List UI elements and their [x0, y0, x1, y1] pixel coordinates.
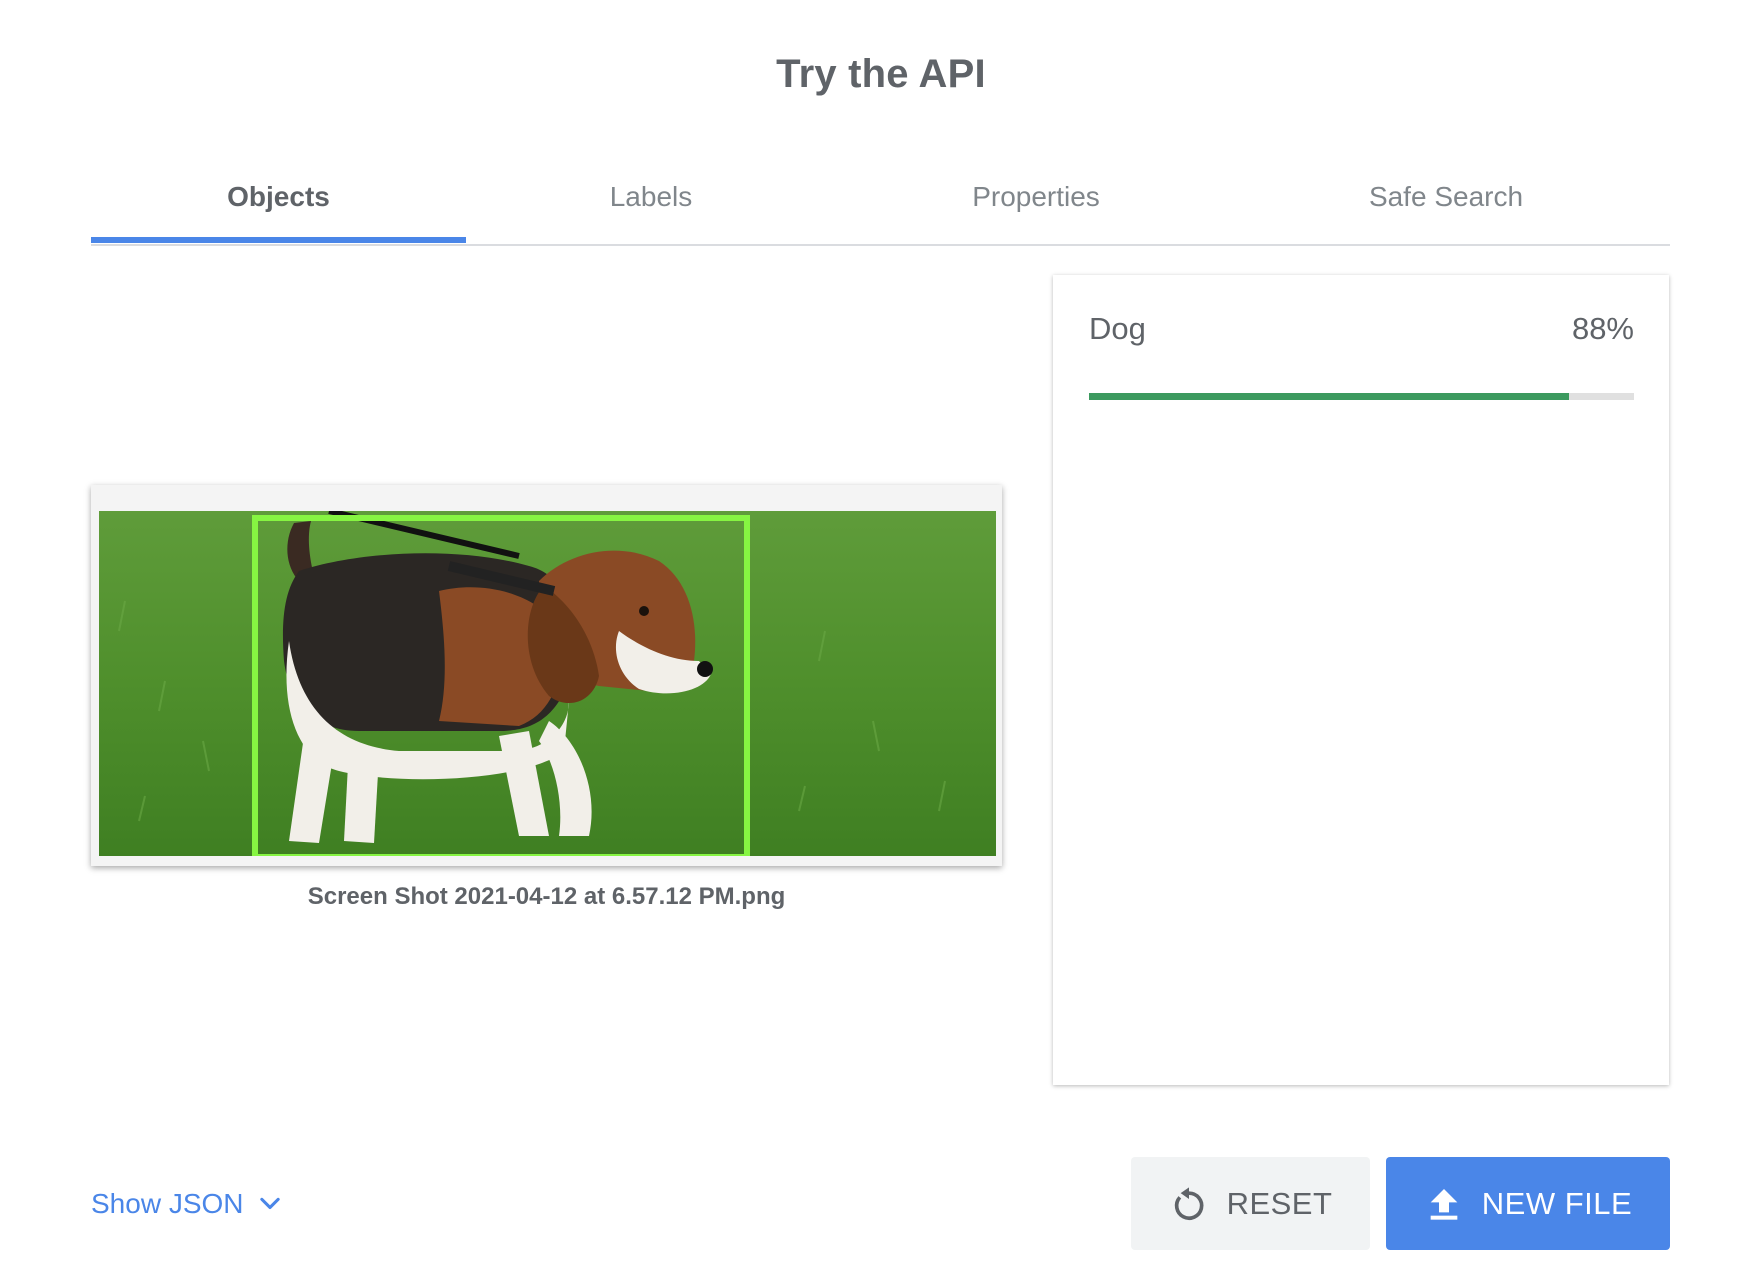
confidence-bar-fill: [1089, 393, 1569, 400]
show-json-label: Show JSON: [91, 1188, 244, 1219]
detection-bounding-box: [252, 515, 750, 856]
new-file-button[interactable]: NEW FILE: [1386, 1157, 1670, 1250]
active-tab-indicator: [91, 237, 466, 243]
image-filename: Screen Shot 2021-04-12 at 6.57.12 PM.png: [307, 883, 786, 910]
tab-properties[interactable]: Properties: [836, 158, 1236, 242]
show-json-toggle[interactable]: Show JSON: [91, 1188, 284, 1220]
page-title: Try the API: [776, 52, 986, 96]
upload-icon: [1430, 1188, 1458, 1220]
tab-safe-search[interactable]: Safe Search: [1236, 158, 1656, 242]
chevron-down-icon: [259, 1197, 280, 1210]
result-label: Dog: [1089, 311, 1146, 346]
image-preview-frame: [91, 485, 1002, 866]
reset-icon: [1174, 1186, 1204, 1220]
result-score: 88%: [1571, 311, 1634, 346]
confidence-bar: [1089, 393, 1634, 400]
tab-labels[interactable]: Labels: [466, 158, 836, 242]
reset-label: RESET: [1226, 1185, 1333, 1221]
dog-photo: [99, 511, 996, 856]
tab-bar: Objects Labels Properties Safe Search: [91, 158, 1670, 246]
results-panel: Dog 88%: [1053, 275, 1669, 1085]
reset-button[interactable]: RESET: [1131, 1157, 1370, 1250]
new-file-label: NEW FILE: [1481, 1185, 1633, 1221]
tab-objects[interactable]: Objects: [91, 158, 466, 242]
